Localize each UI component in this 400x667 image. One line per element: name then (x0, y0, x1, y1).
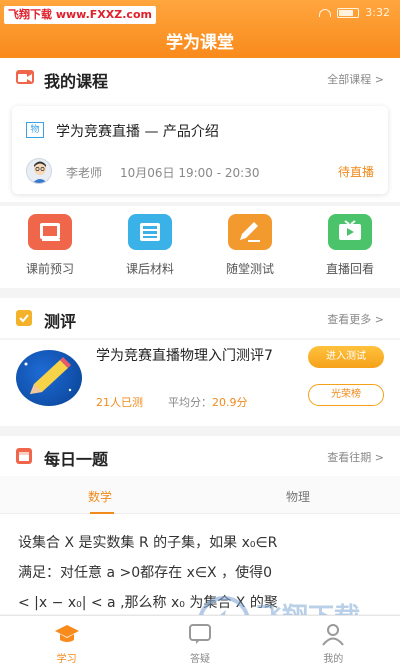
average-score-value: 20.9分 (212, 396, 248, 409)
bottom-nav: 学习 答疑 我的 (0, 615, 400, 667)
book-icon (28, 214, 72, 250)
question-bubble-icon (187, 622, 213, 646)
participant-count: 21人已测 (96, 396, 143, 409)
daily-question-title: 每日一题 (44, 450, 109, 469)
page-title: 学为课堂 (166, 33, 234, 53)
quick-actions: 课前预习 课后材料 随堂测试 直播回看 (0, 206, 400, 288)
course-title: 学为竞赛直播 — 产品介绍 (56, 124, 219, 140)
calendar-icon (16, 448, 32, 464)
average-score-label: 平均分： (168, 396, 212, 409)
average-score: 平均分：20.9分 (168, 394, 248, 410)
action-replay[interactable]: 直播回看 (300, 206, 400, 288)
nav-label: 我的 (323, 654, 344, 665)
course-list: 物 学为竞赛直播 — 产品介绍 李老师 10月06日 19:00 - 20:30… (0, 98, 400, 202)
wifi-icon (319, 8, 332, 17)
action-label: 课后材料 (125, 262, 174, 276)
status-time: 3:32 (365, 6, 390, 19)
course-card[interactable]: 物 学为竞赛直播 — 产品介绍 李老师 10月06日 19:00 - 20:30… (12, 106, 388, 194)
nav-qa[interactable]: 答疑 (133, 616, 266, 667)
nav-study[interactable]: 学习 (0, 616, 133, 667)
evaluation-item: 学为竞赛直播物理入门测评7 21人已测 平均分：20.9分 进入测试 光荣榜 (0, 340, 400, 426)
user-icon (320, 622, 346, 646)
action-quiz[interactable]: 随堂测试 (200, 206, 300, 288)
app-header: 飞翔下载 www.FXXZ.com 3:32 学为课堂 (0, 0, 400, 58)
tab-physics[interactable]: 物理 (286, 488, 310, 505)
app-screen: 飞翔下载 www.FXXZ.com 3:32 学为课堂 我的课程 全部课程 > … (0, 0, 400, 667)
pencil-illustration (16, 350, 82, 406)
status-bar: 3:32 (319, 6, 390, 19)
action-label: 课前预习 (25, 262, 74, 276)
all-courses-link[interactable]: 全部课程 > (327, 71, 384, 87)
action-label: 直播回看 (325, 262, 374, 276)
avatar (26, 158, 52, 184)
my-courses-header: 我的课程 全部课程 > (0, 58, 400, 98)
question-line: 设集合 X 是实数集 R 的子集，如果 x₀∈R (18, 535, 278, 551)
tab-math[interactable]: 数学 (88, 488, 112, 505)
status-badge: 待直播 (337, 165, 374, 179)
my-courses-title: 我的课程 (44, 72, 109, 91)
action-preview[interactable]: 课前预习 (0, 206, 100, 288)
subject-tabs: 数学 物理 (0, 476, 400, 514)
subject-badge: 物 (26, 122, 44, 138)
check-icon (16, 310, 32, 326)
teacher-name: 李老师 (66, 166, 103, 180)
daily-question-header: 每日一题 查看往期 > (0, 436, 400, 476)
action-materials[interactable]: 课后材料 (100, 206, 200, 288)
action-label: 随堂测试 (225, 262, 274, 276)
honor-roll-button[interactable]: 光荣榜 (308, 384, 384, 406)
more-evaluations-link[interactable]: 查看更多 > (327, 311, 384, 327)
evaluation-title-text: 学为竞赛直播物理入门测评7 (96, 348, 273, 364)
course-time: 10月06日 19:00 - 20:30 (120, 166, 260, 180)
video-camera-icon (16, 70, 34, 84)
enter-test-button[interactable]: 进入测试 (308, 346, 384, 368)
watermark-top-left: 飞翔下载 www.FXXZ.com (4, 6, 156, 24)
graduation-cap-icon (54, 622, 80, 646)
nav-label: 答疑 (189, 654, 210, 665)
evaluation-header: 测评 查看更多 > (0, 298, 400, 338)
pencil-icon (228, 214, 272, 250)
tray-icon (128, 214, 172, 250)
evaluation-title: 测评 (44, 312, 77, 331)
tv-icon (328, 214, 372, 250)
nav-me[interactable]: 我的 (267, 616, 400, 667)
past-questions-link[interactable]: 查看往期 > (327, 449, 384, 465)
nav-label: 学习 (56, 654, 77, 665)
question-line: 满足：对任意 a >0都存在 x∈X ，使得0 (18, 565, 272, 581)
battery-icon (337, 7, 360, 18)
